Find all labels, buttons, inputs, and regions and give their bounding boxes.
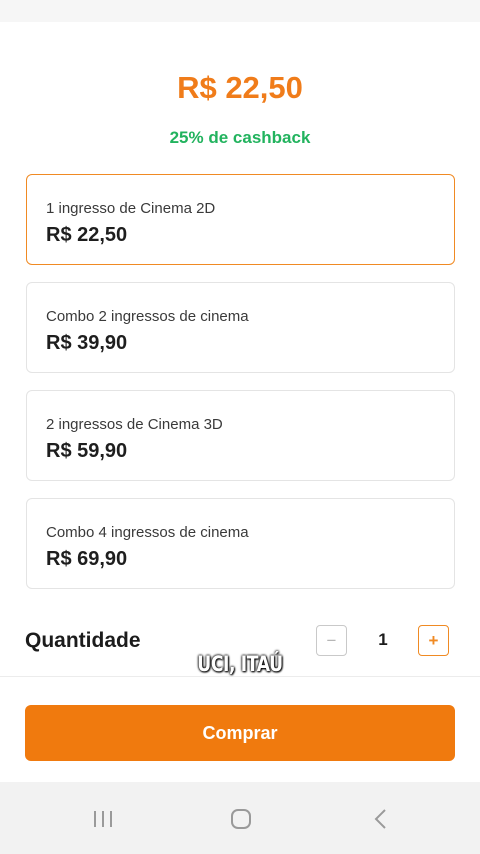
system-nav-bar (0, 782, 480, 854)
ticket-option-cinema-2d[interactable]: 1 ingresso de Cinema 2D R$ 22,50 (26, 174, 455, 265)
status-area (0, 0, 480, 22)
option-price: R$ 69,90 (46, 548, 128, 570)
option-name: Combo 4 ingressos de cinema (46, 524, 249, 541)
plus-icon: + (428, 630, 439, 650)
quantity-label: Quantidade (25, 629, 141, 652)
back-icon[interactable] (370, 808, 392, 835)
option-name: Combo 2 ingressos de cinema (46, 308, 249, 325)
option-price: R$ 22,50 (46, 224, 128, 246)
cashback-label: 25% de cashback (169, 128, 311, 147)
option-price: R$ 59,90 (46, 440, 128, 462)
ticket-option-cinema-3d[interactable]: 2 ingressos de Cinema 3D R$ 59,90 (26, 390, 455, 481)
ticket-option-combo-4[interactable]: Combo 4 ingressos de cinema R$ 69,90 (26, 498, 455, 589)
option-price: R$ 39,90 (46, 332, 128, 354)
home-icon[interactable] (230, 808, 252, 835)
video-caption: UCI, ITAÚ (197, 652, 283, 676)
quantity-value: 1 (378, 630, 388, 649)
page-price: R$ 22,50 (177, 70, 303, 105)
divider (0, 676, 480, 677)
minus-icon: − (326, 630, 337, 650)
option-name: 2 ingressos de Cinema 3D (46, 416, 223, 433)
recent-apps-icon[interactable] (92, 808, 114, 835)
option-name: 1 ingresso de Cinema 2D (46, 200, 216, 217)
ticket-option-combo-2[interactable]: Combo 2 ingressos de cinema R$ 39,90 (26, 282, 455, 373)
buy-button[interactable]: Comprar (25, 705, 455, 761)
